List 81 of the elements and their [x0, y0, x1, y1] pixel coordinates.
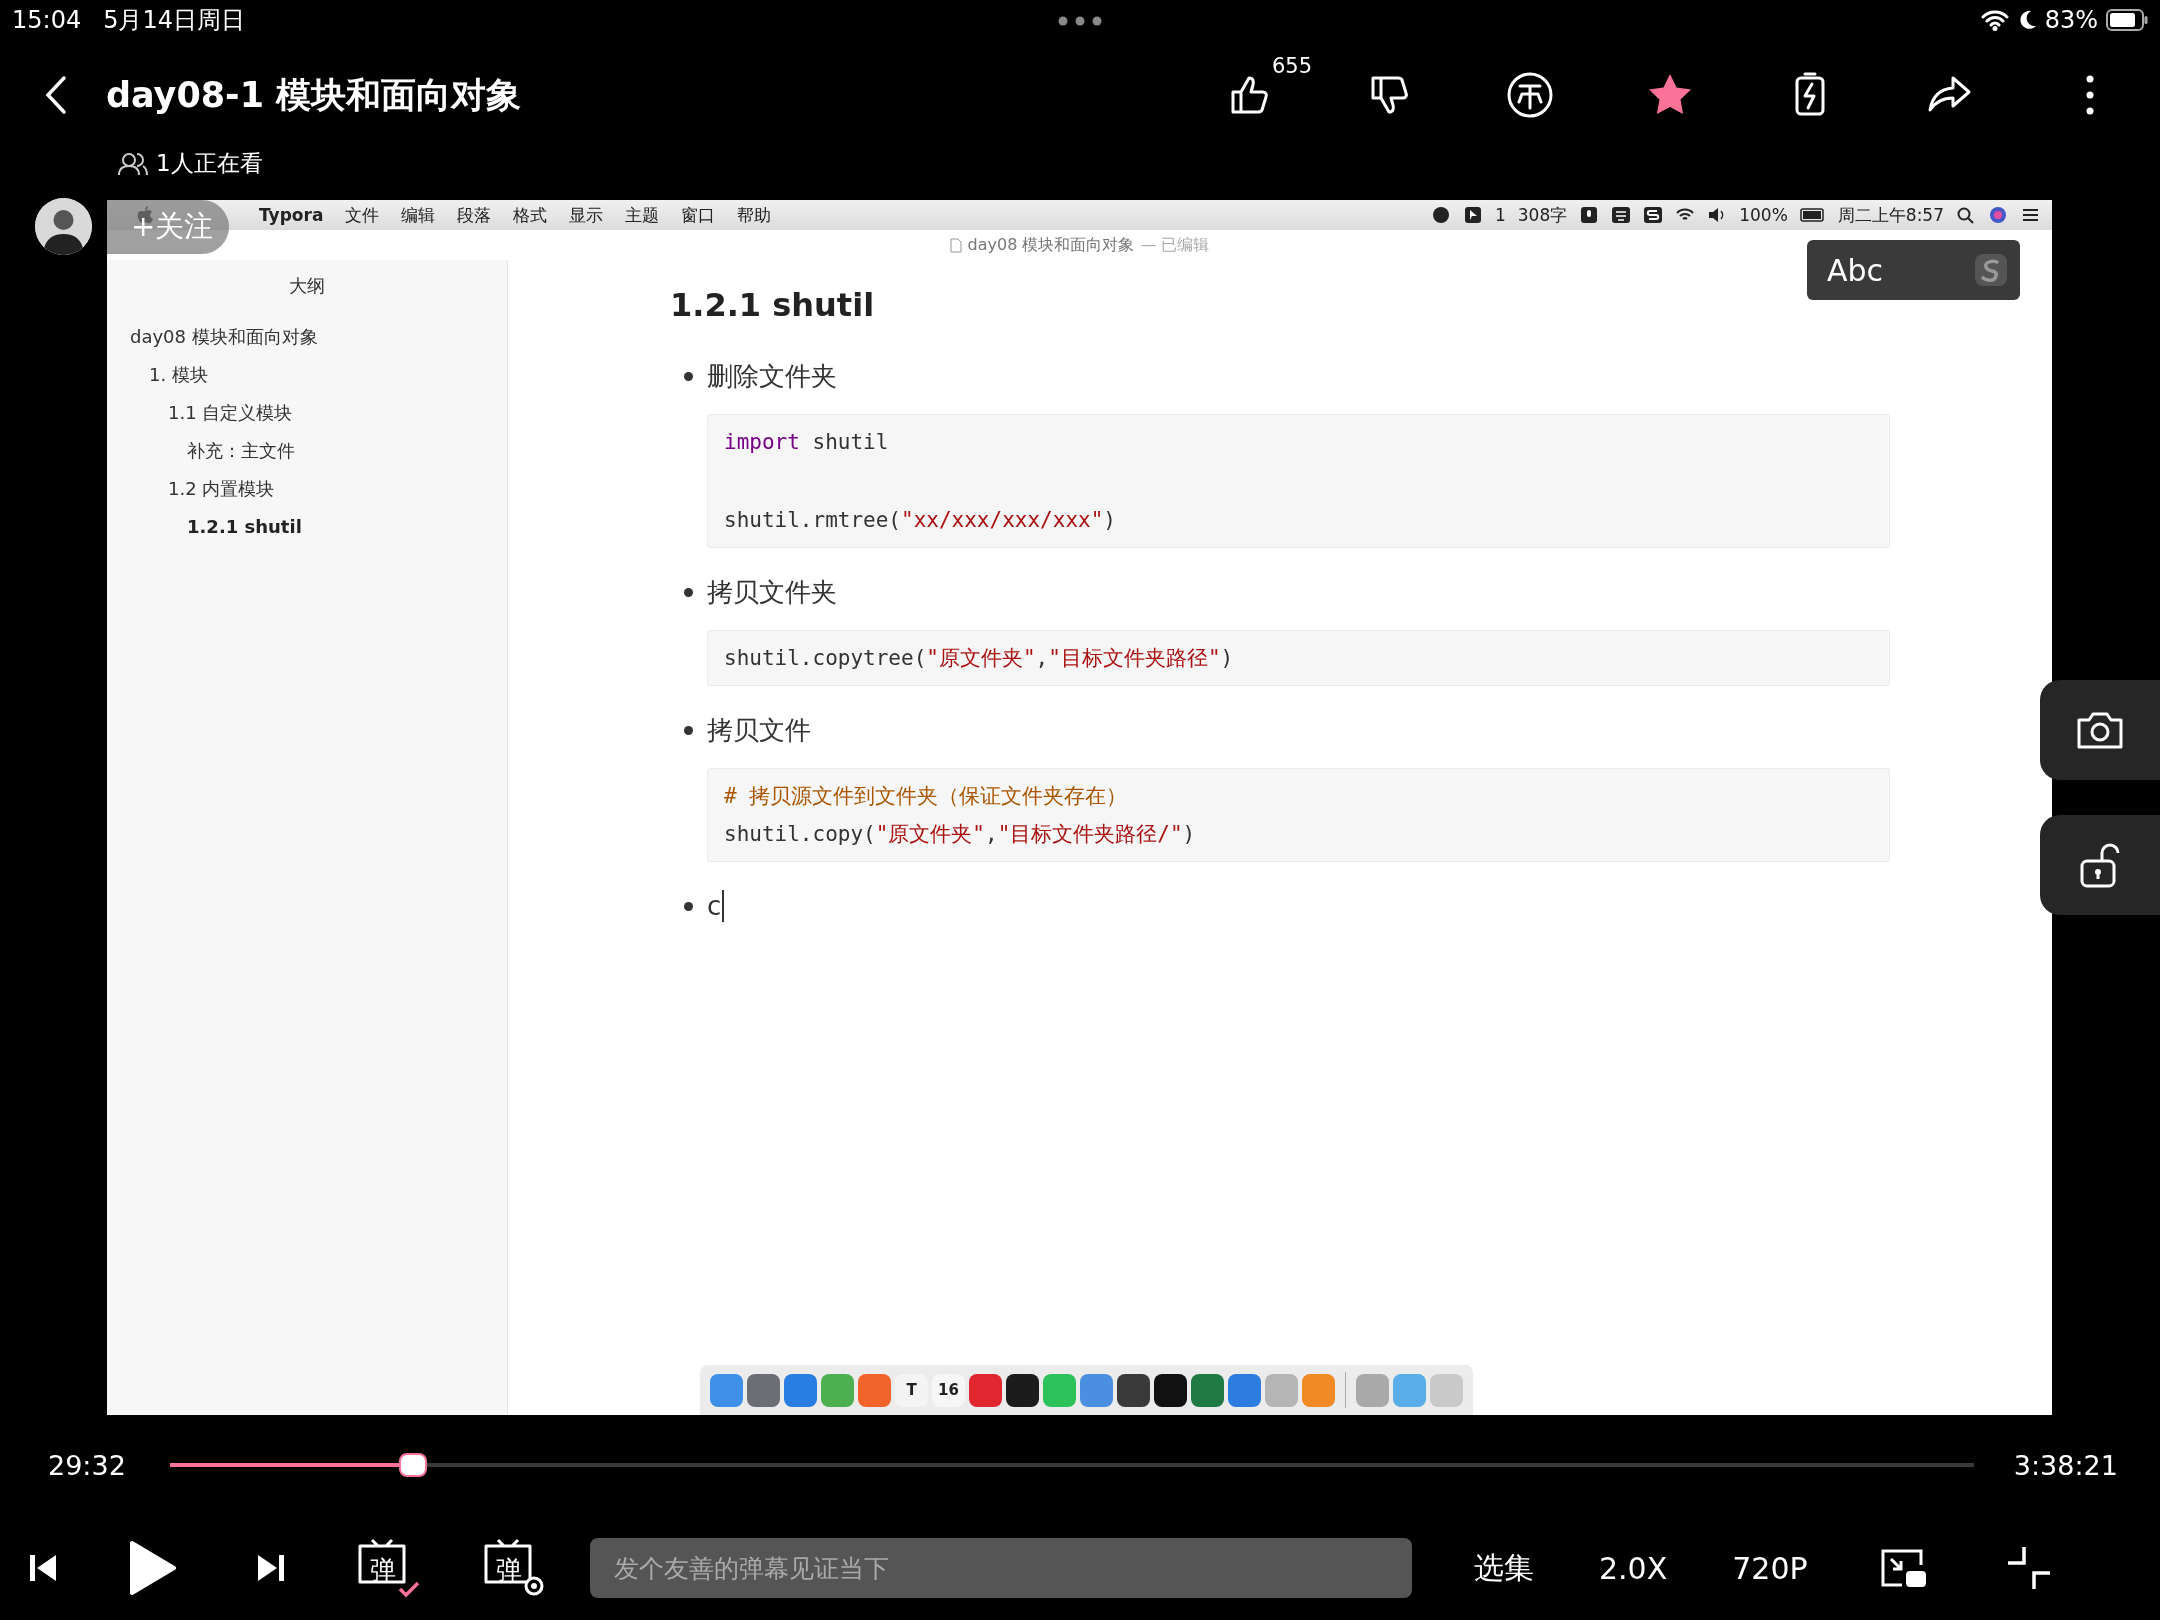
status-date: 5月14日周日: [103, 5, 245, 36]
speed-button[interactable]: 2.0X: [1599, 1550, 1668, 1586]
list-item-text: 拷贝文件夹: [707, 575, 837, 609]
status-number: 1: [1494, 205, 1506, 225]
record-icon: [1430, 206, 1451, 224]
list-icon: [2020, 206, 2040, 224]
viewers-icon: [118, 151, 148, 176]
word-count: 308字: [1517, 203, 1568, 227]
wifi-icon: [1980, 9, 2009, 31]
viewer-count: 1人正在看: [156, 149, 263, 178]
outline-title: 大纲: [288, 274, 326, 298]
list-item-text: 拷贝文件: [707, 713, 811, 747]
app-icon[interactable]: T: [895, 1373, 928, 1407]
menu-item[interactable]: 主题: [625, 203, 660, 227]
bullet-icon: [684, 587, 693, 597]
sync-icon: [1643, 206, 1664, 224]
menu-clock: 周二上午8:57: [1837, 203, 1944, 227]
exit-fullscreen-icon[interactable]: [2005, 1545, 2052, 1591]
menu-app-name[interactable]: Typora: [259, 205, 324, 225]
menu-item[interactable]: 窗口: [681, 203, 716, 227]
dots-icon: [1058, 16, 1102, 26]
menu-item[interactable]: 段落: [457, 203, 492, 227]
back-icon[interactable]: [44, 75, 68, 115]
outline-item[interactable]: 1. 模块: [107, 356, 208, 394]
document-icon: [949, 237, 962, 253]
window-title: day08 模块和面向对象: [967, 234, 1135, 256]
list-item-text: c: [707, 891, 722, 921]
bullet-icon: [684, 901, 693, 911]
battery-icon: [2106, 9, 2148, 31]
outline-item[interactable]: day08 模块和面向对象: [107, 318, 318, 356]
section-heading: 1.2.1 shutil: [670, 286, 875, 324]
list-item-text: 删除文件夹: [707, 359, 837, 393]
outline-item[interactable]: 1.2.1 shutil: [107, 508, 302, 546]
search-icon: [1956, 206, 1976, 224]
app-icon[interactable]: [1154, 1373, 1187, 1407]
outline-item[interactable]: 1.1 自定义模块: [107, 394, 293, 432]
edited-status: — 已编辑: [1140, 234, 1210, 256]
previous-icon[interactable]: [28, 1552, 58, 1584]
menu-item[interactable]: 格式: [513, 203, 548, 227]
gear-icon: [522, 1574, 546, 1598]
code-block: import shutil shutil.rmtree("xx/xxx/xxx/xxx"): [707, 414, 1890, 548]
elapsed-time: 29:32: [48, 1449, 126, 1481]
cursor-icon: [1462, 206, 1483, 224]
lock-button[interactable]: [2040, 815, 2160, 915]
input-mode-label: Abc: [1827, 252, 1884, 288]
episodes-button[interactable]: 选集: [1474, 1547, 1534, 1589]
siri-icon: [1988, 206, 2008, 224]
menu-item[interactable]: 帮助: [737, 203, 772, 227]
unlock-icon: [2078, 841, 2122, 889]
bullet-icon: [684, 725, 693, 735]
total-time: 3:38:21: [2013, 1449, 2118, 1481]
battery-icon: [1799, 206, 1826, 224]
input-logo-icon: [1974, 253, 2008, 287]
like-count: 655: [1272, 54, 1313, 78]
progress-handle[interactable]: [399, 1453, 428, 1477]
bullet-icon: [684, 371, 693, 381]
mic-icon: [1579, 206, 1600, 224]
next-icon[interactable]: [256, 1552, 286, 1584]
battery-percent: 100%: [1739, 205, 1788, 225]
menu-item[interactable]: 编辑: [401, 203, 436, 227]
menu-item[interactable]: 显示: [569, 203, 604, 227]
camera-icon: [2075, 710, 2125, 750]
battery-percent: 83%: [2044, 6, 2098, 34]
keyboard-icon: [1611, 206, 1632, 224]
danmaku-toggle[interactable]: 弹: [356, 1538, 420, 1598]
code-block: # 拷贝源文件到文件夹（保证文件夹存在） shutil.copy("原文件夹","目标文件夹路径/"): [707, 768, 1890, 862]
video-title: day08-1 模块和面向对象: [106, 73, 522, 117]
danmaku-input[interactable]: 发个友善的弹幕见证当下: [590, 1538, 1412, 1598]
quality-button[interactable]: 720P: [1732, 1550, 1808, 1586]
app-icon[interactable]: [1006, 1373, 1039, 1407]
status-time: 15:04: [12, 6, 82, 34]
code-block: shutil.copytree("原文件夹","目标文件夹路径"): [707, 630, 1890, 686]
app-icon[interactable]: [1117, 1373, 1150, 1407]
outline-item[interactable]: 补充：主文件: [107, 432, 295, 470]
coin-icon[interactable]: [1505, 70, 1555, 120]
avatar-icon[interactable]: [35, 198, 92, 255]
danmaku-settings[interactable]: 弹: [482, 1538, 546, 1598]
outline-item[interactable]: 1.2 内置模块: [107, 470, 275, 508]
menu-item[interactable]: 文件: [345, 203, 380, 227]
app-icon[interactable]: 16: [932, 1373, 965, 1407]
screenshot-button[interactable]: [2040, 680, 2160, 780]
